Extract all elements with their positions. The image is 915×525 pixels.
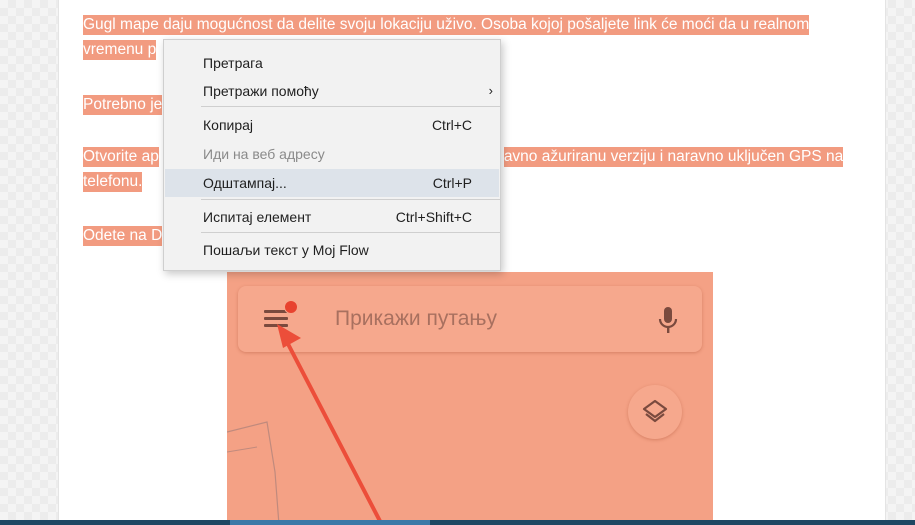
selected-text: Potrebno je <box>83 95 163 115</box>
article-screenshot-image: Прикажи путању <box>227 272 713 525</box>
chevron-right-icon: › <box>488 83 493 98</box>
red-arrow-icon <box>277 324 384 525</box>
taskbar <box>0 520 915 525</box>
menu-item-send-to-flow[interactable]: Пошаљи текст у Moj Flow <box>165 236 499 264</box>
menu-item-go-to-address: Иди на веб адресу <box>203 146 325 162</box>
selected-text: Otvorite ap <box>83 147 159 167</box>
menu-item-inspect[interactable]: Испитај елемент Ctrl+Shift+C <box>165 203 499 231</box>
menu-separator <box>201 106 501 107</box>
taskbar-active-item[interactable] <box>230 520 430 525</box>
menu-separator <box>201 199 501 200</box>
menu-item-search[interactable]: Претрага <box>165 49 499 77</box>
menu-item-search-with[interactable]: Претражи помоћу › <box>165 77 499 105</box>
selected-text: Odete na D <box>83 226 163 246</box>
context-menu: Претрага Претражи помоћу › Копирај Ctrl+… <box>163 39 501 271</box>
menu-item-print[interactable]: Одштампај... Ctrl+P <box>165 169 499 197</box>
menu-item-copy[interactable]: Копирај Ctrl+C <box>165 111 499 139</box>
menu-separator <box>201 232 501 233</box>
